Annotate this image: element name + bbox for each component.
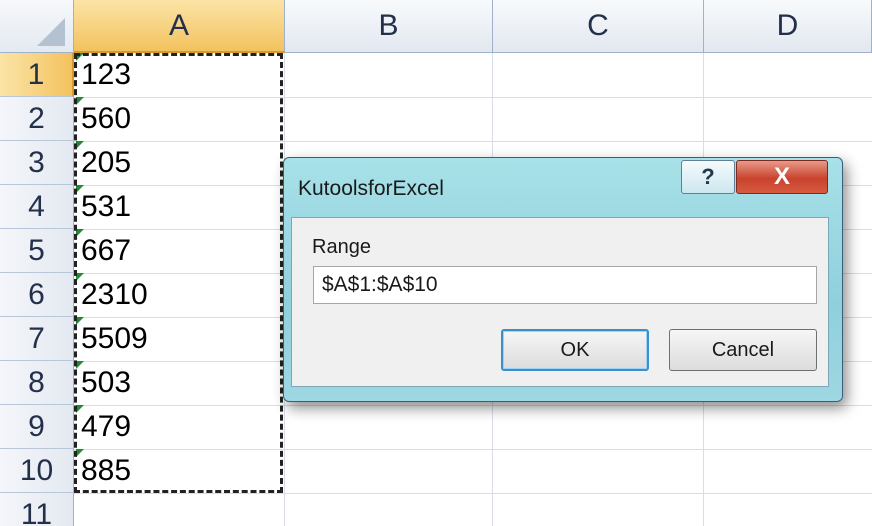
select-all-button[interactable] xyxy=(0,0,74,53)
help-icon: ? xyxy=(701,164,715,189)
gridline xyxy=(74,493,872,494)
row-header-9[interactable]: 9 xyxy=(0,405,74,449)
column-header-a[interactable]: A xyxy=(74,0,285,53)
number-as-text-triangle-icon xyxy=(76,273,84,281)
cell-value: 503 xyxy=(81,366,132,399)
cell-a6[interactable]: 2310 xyxy=(76,273,281,317)
row-header-7[interactable]: 7 xyxy=(0,317,74,361)
column-header-d[interactable]: D xyxy=(704,0,872,53)
row-header-2[interactable]: 2 xyxy=(0,97,74,141)
cell-value: 123 xyxy=(81,58,132,91)
number-as-text-triangle-icon xyxy=(76,405,84,413)
row-header-1[interactable]: 1 xyxy=(0,53,74,97)
number-as-text-triangle-icon xyxy=(76,97,84,105)
dialog-body: Range OK Cancel xyxy=(291,217,829,387)
number-as-text-triangle-icon xyxy=(76,361,84,369)
ok-button[interactable]: OK xyxy=(501,329,649,371)
cell-a1[interactable]: 123 xyxy=(76,53,281,97)
cell-a7[interactable]: 5509 xyxy=(76,317,281,361)
number-as-text-triangle-icon xyxy=(76,141,84,149)
cell-a9[interactable]: 479 xyxy=(76,405,281,449)
row-header-11[interactable]: 11 xyxy=(0,493,74,526)
cell-a3[interactable]: 205 xyxy=(76,141,281,185)
range-input[interactable] xyxy=(313,266,817,304)
close-icon: X xyxy=(773,163,790,190)
cell-a10[interactable]: 885 xyxy=(76,449,281,493)
cell-value: 5509 xyxy=(81,322,148,355)
dialog-title: KutoolsforExcel xyxy=(298,177,444,200)
column-header-b[interactable]: B xyxy=(285,0,493,53)
cell-value: 2310 xyxy=(81,278,148,311)
number-as-text-triangle-icon xyxy=(76,229,84,237)
column-header-c[interactable]: C xyxy=(493,0,704,53)
number-as-text-triangle-icon xyxy=(76,317,84,325)
row-header-4[interactable]: 4 xyxy=(0,185,74,229)
row-header-8[interactable]: 8 xyxy=(0,361,74,405)
spreadsheet: A B C D 1 2 3 4 5 6 7 8 9 10 11 123 560 … xyxy=(0,0,872,526)
row-header-6[interactable]: 6 xyxy=(0,273,74,317)
row-header-10[interactable]: 10 xyxy=(0,449,74,493)
close-button[interactable]: X xyxy=(736,160,828,194)
column-header-row: A B C D xyxy=(0,0,872,53)
cancel-button[interactable]: Cancel xyxy=(669,329,817,371)
cell-a5[interactable]: 667 xyxy=(76,229,281,273)
cell-value: 479 xyxy=(81,410,132,443)
cell-value: 885 xyxy=(81,454,132,487)
select-all-triangle-icon xyxy=(37,18,65,46)
cell-a4[interactable]: 531 xyxy=(76,185,281,229)
cell-value: 531 xyxy=(81,190,132,223)
range-label: Range xyxy=(312,236,371,258)
cell-a2[interactable]: 560 xyxy=(76,97,281,141)
number-as-text-triangle-icon xyxy=(76,185,84,193)
cell-value: 205 xyxy=(81,146,132,179)
kutools-range-dialog: KutoolsforExcel ? X Range OK Cancel xyxy=(283,157,843,402)
cell-value: 560 xyxy=(81,102,132,135)
cell-a8[interactable]: 503 xyxy=(76,361,281,405)
row-header-3[interactable]: 3 xyxy=(0,141,74,185)
row-header-5[interactable]: 5 xyxy=(0,229,74,273)
cell-value: 667 xyxy=(81,234,132,267)
number-as-text-triangle-icon xyxy=(76,53,84,61)
number-as-text-triangle-icon xyxy=(76,449,84,457)
help-button[interactable]: ? xyxy=(681,160,735,194)
